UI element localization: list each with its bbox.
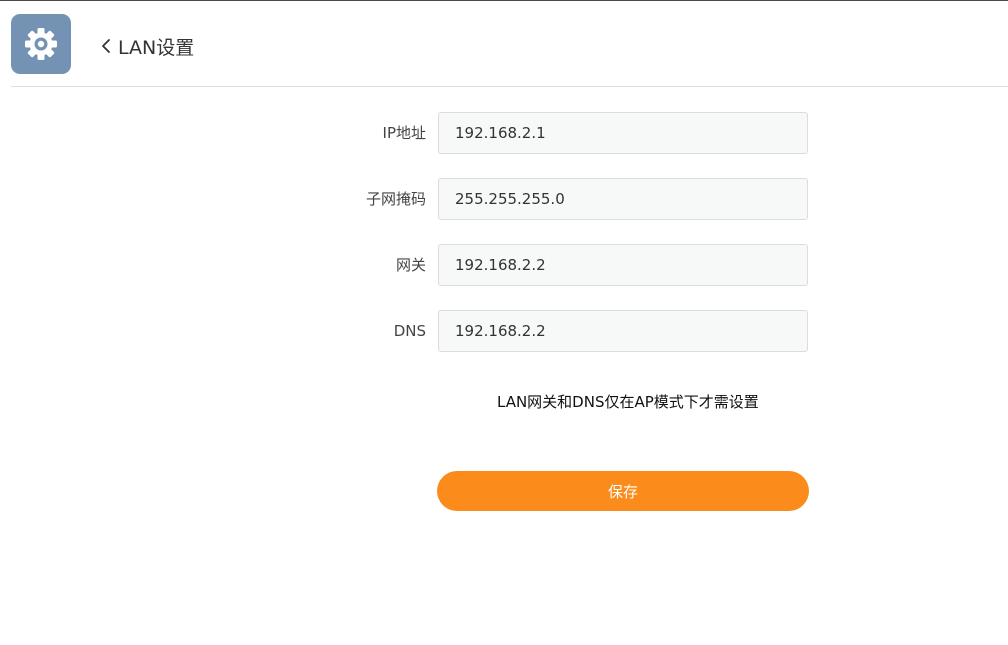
ip-address-input[interactable] xyxy=(438,112,808,154)
gear-icon xyxy=(25,28,57,60)
ap-mode-note: LAN网关和DNS仅在AP模式下才需设置 xyxy=(497,393,759,411)
header-divider xyxy=(11,86,1008,87)
ip-address-label: IP地址 xyxy=(382,124,426,142)
page-header: LAN设置 xyxy=(0,1,1008,87)
gateway-input[interactable] xyxy=(438,244,808,286)
settings-app-icon xyxy=(11,14,71,74)
gateway-row: 网关 xyxy=(300,244,808,286)
dns-input[interactable] xyxy=(438,310,808,352)
subnet-mask-label: 子网掩码 xyxy=(365,190,426,208)
dns-label: DNS xyxy=(393,322,426,340)
save-button[interactable]: 保存 xyxy=(437,471,809,511)
back-button[interactable]: LAN设置 xyxy=(100,31,194,61)
subnet-mask-row: 子网掩码 xyxy=(300,178,808,220)
ip-address-row: IP地址 xyxy=(300,112,808,154)
chevron-left-icon xyxy=(100,31,118,61)
dns-row: DNS xyxy=(300,310,808,352)
gateway-label: 网关 xyxy=(395,256,426,274)
page-title: LAN设置 xyxy=(118,36,195,59)
subnet-mask-input[interactable] xyxy=(438,178,808,220)
